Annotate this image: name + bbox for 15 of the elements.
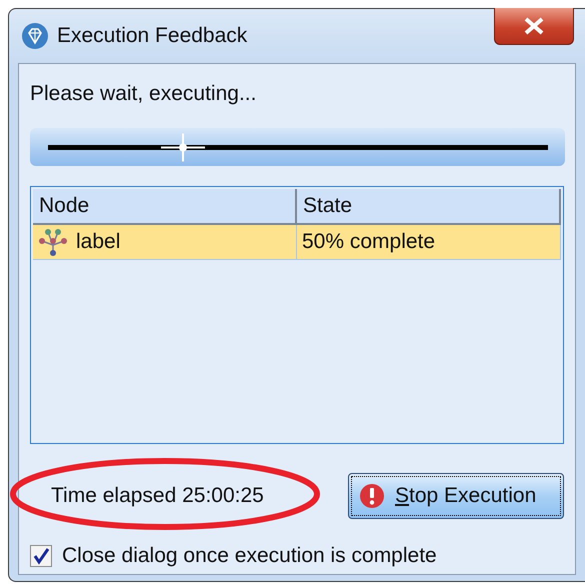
checkbox[interactable] — [30, 545, 52, 567]
close-icon — [523, 17, 545, 35]
checkbox-label: Close dialog once execution is complete — [62, 544, 437, 568]
window-title: Execution Feedback — [57, 24, 248, 48]
column-header[interactable]: Node — [33, 189, 297, 225]
close-button[interactable] — [494, 8, 574, 45]
table-cell[interactable]: label — [33, 225, 297, 260]
column-header[interactable]: State — [297, 189, 561, 225]
app-logo-icon — [21, 22, 49, 50]
table-cell: 50% complete — [297, 225, 561, 260]
node-icon — [38, 227, 68, 257]
stop-execution-button[interactable]: Stop Execution — [348, 473, 564, 519]
elapsed-time: Time elapsed 25:00:25 — [51, 484, 264, 508]
status-message: Please wait, executing... — [30, 82, 258, 106]
error-icon — [359, 483, 385, 509]
